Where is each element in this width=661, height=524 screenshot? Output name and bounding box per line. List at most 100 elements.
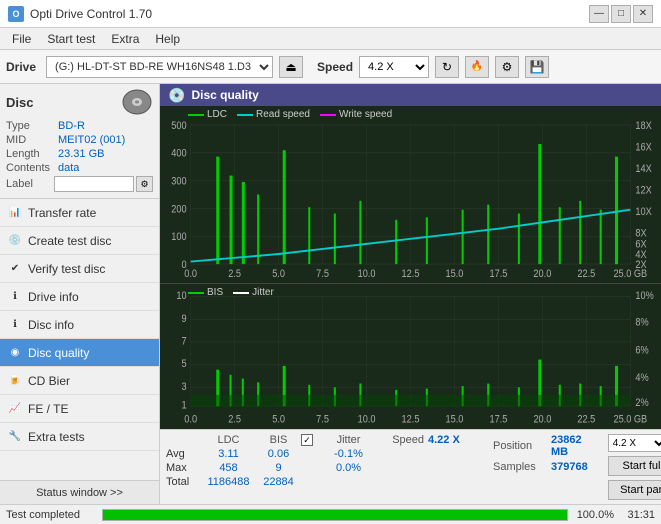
start-part-button[interactable]: Start part bbox=[608, 480, 661, 500]
nav-transfer-rate[interactable]: 📊 Transfer rate bbox=[0, 199, 159, 227]
svg-text:500: 500 bbox=[171, 120, 187, 132]
app-icon: O bbox=[8, 6, 24, 22]
disc-label-button[interactable]: ⚙ bbox=[136, 176, 153, 192]
svg-text:8X: 8X bbox=[635, 227, 646, 239]
status-text: Test completed bbox=[6, 509, 96, 521]
svg-text:7.5: 7.5 bbox=[316, 414, 329, 426]
disc-mid-value: MEIT02 (001) bbox=[58, 134, 125, 146]
window-controls: — □ ✕ bbox=[589, 5, 653, 23]
svg-text:16X: 16X bbox=[635, 141, 651, 153]
svg-text:12.5: 12.5 bbox=[402, 414, 420, 426]
jitter-legend-label: Jitter bbox=[252, 287, 274, 298]
burn-button[interactable]: 🔥 bbox=[465, 56, 489, 78]
svg-text:25.0 GB: 25.0 GB bbox=[613, 268, 647, 280]
jitter-check-cell: ✓ bbox=[301, 434, 321, 446]
nav-verify-test-disc[interactable]: ✔ Verify test disc bbox=[0, 255, 159, 283]
menu-start-test[interactable]: Start test bbox=[39, 30, 103, 48]
fe-te-icon: 📈 bbox=[8, 402, 22, 416]
disc-mid-row: MID MEIT02 (001) bbox=[6, 134, 153, 146]
speed-select-panel[interactable]: 4.2 X bbox=[608, 434, 661, 452]
speed-value-header: 4.22 X bbox=[428, 434, 483, 446]
nav-drive-info[interactable]: ℹ Drive info bbox=[0, 283, 159, 311]
read-speed-legend-color bbox=[237, 114, 253, 116]
svg-text:5: 5 bbox=[181, 358, 186, 370]
svg-text:10.0: 10.0 bbox=[358, 268, 376, 280]
svg-text:17.5: 17.5 bbox=[489, 414, 507, 426]
stats-header-row: LDC BIS ✓ Jitter Speed 4.22 X bbox=[166, 434, 483, 446]
speed-value-display: 4.22 X bbox=[428, 434, 460, 446]
nav-disc-info[interactable]: ℹ Disc info bbox=[0, 311, 159, 339]
svg-text:0.0: 0.0 bbox=[184, 268, 197, 280]
svg-text:300: 300 bbox=[171, 176, 187, 188]
max-label: Max bbox=[166, 462, 201, 474]
upper-legend: LDC Read speed Write speed bbox=[188, 109, 392, 120]
start-full-button[interactable]: Start full bbox=[608, 456, 661, 476]
total-row: Total 1186488 22884 bbox=[166, 476, 483, 488]
svg-text:10.0: 10.0 bbox=[358, 414, 376, 426]
disc-contents-value: data bbox=[58, 162, 79, 174]
toolbar: Drive (G:) HL-DT-ST BD-RE WH16NS48 1.D3 … bbox=[0, 50, 661, 84]
settings-button[interactable]: ⚙ bbox=[495, 56, 519, 78]
bis-legend-color bbox=[188, 292, 204, 294]
nav-extra-tests-label: Extra tests bbox=[28, 430, 85, 444]
titlebar: O Opti Drive Control 1.70 — □ ✕ bbox=[0, 0, 661, 28]
save-button[interactable]: 💾 bbox=[525, 56, 549, 78]
legend-ldc: LDC bbox=[188, 109, 227, 120]
bis-header: BIS bbox=[256, 434, 301, 446]
minimize-button[interactable]: — bbox=[589, 5, 609, 23]
eject-button[interactable]: ⏏ bbox=[279, 56, 303, 78]
menu-extra[interactable]: Extra bbox=[103, 30, 147, 48]
maximize-button[interactable]: □ bbox=[611, 5, 631, 23]
nav-fe-te[interactable]: 📈 FE / TE bbox=[0, 395, 159, 423]
disc-contents-label: Contents bbox=[6, 162, 58, 174]
svg-text:5.0: 5.0 bbox=[272, 268, 285, 280]
nav-drive-info-label: Drive info bbox=[28, 290, 79, 304]
svg-text:22.5: 22.5 bbox=[577, 268, 595, 280]
disc-contents-row: Contents data bbox=[6, 162, 153, 174]
svg-text:2.5: 2.5 bbox=[228, 414, 241, 426]
refresh-button[interactable]: ↻ bbox=[435, 56, 459, 78]
jitter-checkbox[interactable]: ✓ bbox=[301, 434, 313, 446]
svg-text:9: 9 bbox=[181, 313, 186, 325]
svg-text:7: 7 bbox=[181, 336, 186, 348]
nav-fe-te-label: FE / TE bbox=[28, 402, 68, 416]
upper-chart-svg: 500 400 300 200 100 0 18X 16X 14X 12X 10… bbox=[160, 106, 661, 283]
right-info: Position 23862 MB Samples 379768 bbox=[493, 434, 588, 473]
svg-text:20.0: 20.0 bbox=[533, 414, 551, 426]
progress-track bbox=[102, 509, 568, 521]
sidebar: Disc Type BD-R MID MEIT02 (001) bbox=[0, 84, 160, 504]
nav-create-test-disc[interactable]: 💿 Create test disc bbox=[0, 227, 159, 255]
lower-chart: BIS Jitter bbox=[160, 284, 661, 429]
drive-select[interactable]: (G:) HL-DT-ST BD-RE WH16NS48 1.D3 bbox=[46, 56, 273, 78]
menu-file[interactable]: File bbox=[4, 30, 39, 48]
menu-help[interactable]: Help bbox=[147, 30, 188, 48]
disc-quality-icon: ◉ bbox=[8, 346, 22, 360]
svg-text:100: 100 bbox=[171, 231, 187, 243]
button-panel: 4.2 X Start full Start part bbox=[608, 434, 661, 500]
max-ldc: 458 bbox=[201, 462, 256, 474]
nav-cd-bier-label: CD Bier bbox=[28, 374, 70, 388]
total-bis: 22884 bbox=[256, 476, 301, 488]
svg-text:1: 1 bbox=[181, 400, 186, 412]
avg-jitter: -0.1% bbox=[321, 448, 376, 460]
avg-bis: 0.06 bbox=[256, 448, 301, 460]
svg-text:8%: 8% bbox=[635, 317, 648, 329]
nav-disc-quality[interactable]: ◉ Disc quality bbox=[0, 339, 159, 367]
disc-label-input[interactable] bbox=[54, 176, 134, 192]
speed-select[interactable]: 4.2 X bbox=[359, 56, 429, 78]
nav-extra-tests[interactable]: 🔧 Extra tests bbox=[0, 423, 159, 451]
disc-quality-icon: 💿 bbox=[168, 87, 185, 104]
close-button[interactable]: ✕ bbox=[633, 5, 653, 23]
status-window-button[interactable]: Status window >> bbox=[0, 480, 159, 504]
avg-ldc: 3.11 bbox=[201, 448, 256, 460]
progress-bar-area: Test completed 100.0% 31:31 bbox=[0, 504, 661, 524]
lower-chart-svg: 10 9 7 5 3 1 10% 8% 6% 4% 2% bbox=[160, 284, 661, 429]
transfer-rate-icon: 📊 bbox=[8, 206, 22, 220]
extra-tests-icon: 🔧 bbox=[8, 430, 22, 444]
disc-section-label: Disc bbox=[6, 95, 33, 110]
total-ldc: 1186488 bbox=[201, 476, 256, 488]
jitter-header: Jitter bbox=[321, 434, 376, 446]
ldc-legend-label: LDC bbox=[207, 109, 227, 120]
svg-text:17.5: 17.5 bbox=[489, 268, 507, 280]
nav-cd-bier[interactable]: 🍺 CD Bier bbox=[0, 367, 159, 395]
